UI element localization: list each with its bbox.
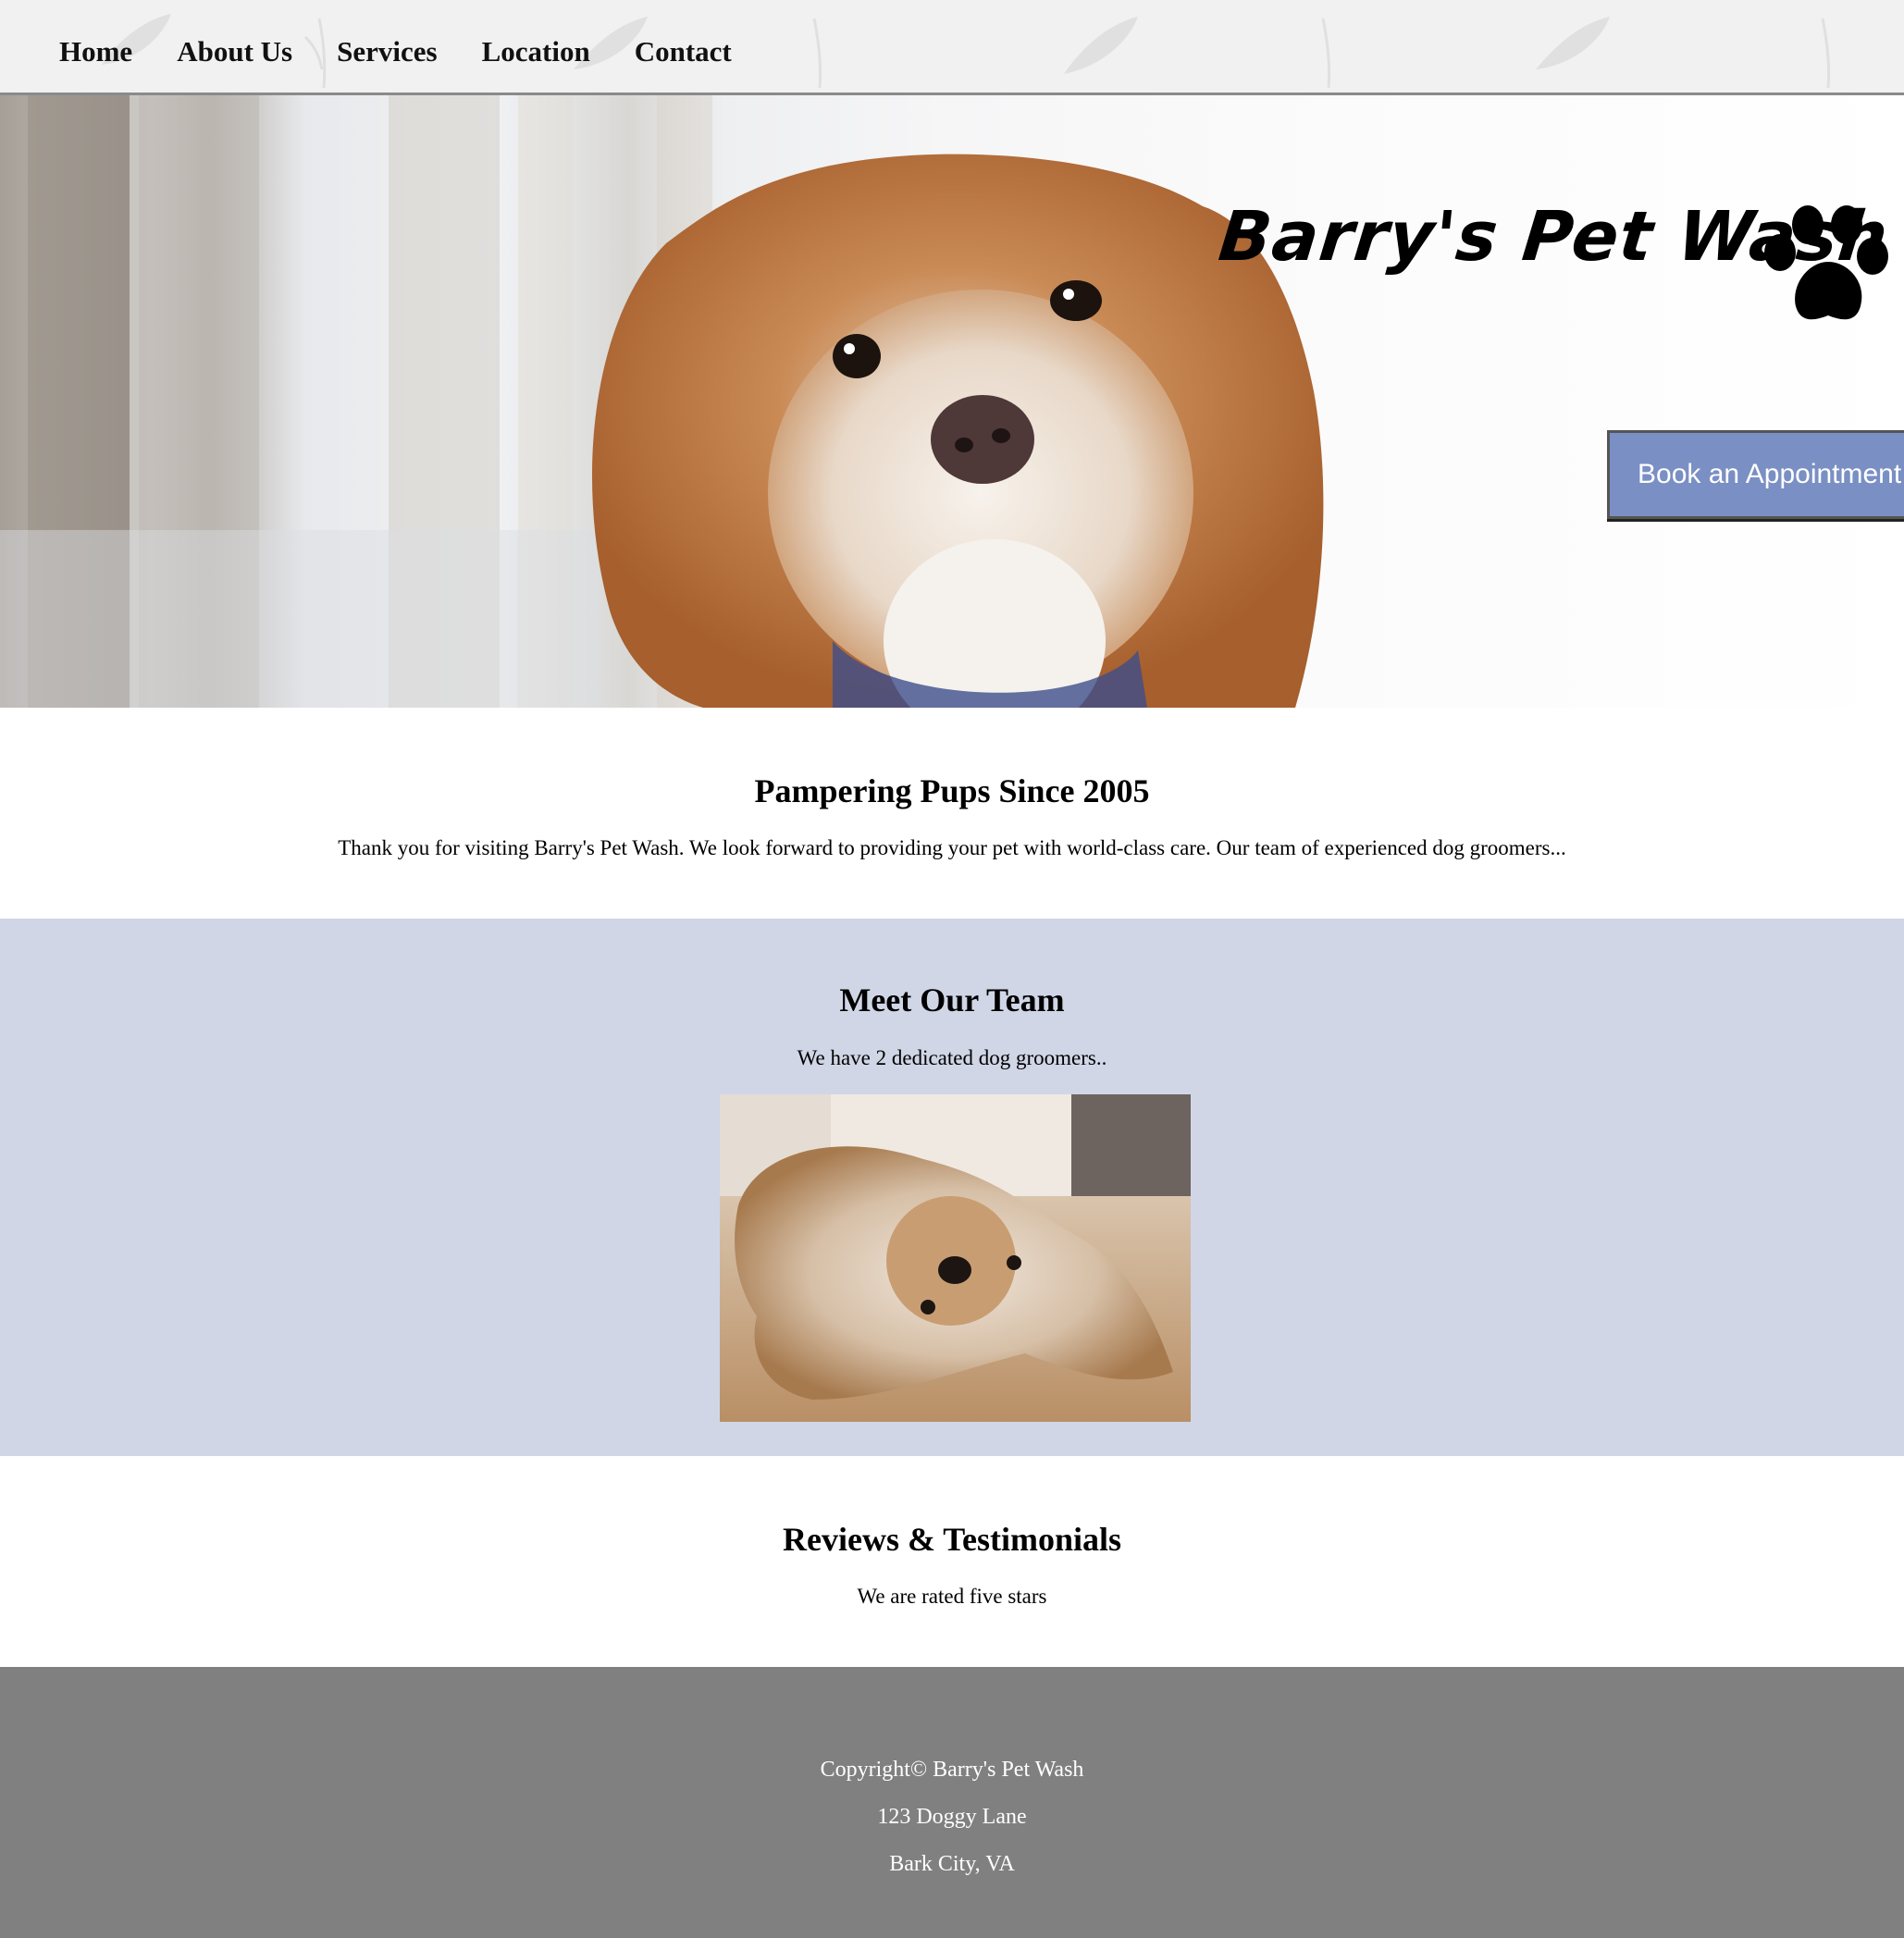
nav-contact-link[interactable]: Contact — [635, 37, 732, 66]
nav-about-link[interactable]: About Us — [177, 37, 292, 66]
rolling-dog-image — [720, 1094, 1191, 1422]
team-section: Meet Our Team We have 2 dedicated dog gr… — [0, 919, 1904, 1456]
hero-dog-photo — [0, 95, 1324, 708]
top-navigation-bar: Home About Us Services Location Contact — [0, 0, 1904, 95]
footer-address-line1: 123 Doggy Lane — [877, 1805, 1027, 1829]
reviews-title: Reviews & Testimonials — [782, 1521, 1121, 1558]
reviews-section: Reviews & Testimonials We are rated five… — [0, 1456, 1904, 1667]
nav-location-link[interactable]: Location — [482, 37, 590, 66]
book-appointment-button[interactable]: Book an Appointment — [1607, 430, 1904, 519]
nav-home-link[interactable]: Home — [59, 37, 132, 66]
hero-banner: Barry's Pet Wash Book an Appointment — [0, 95, 1904, 708]
about-title: Pampering Pups Since 2005 — [754, 772, 1150, 809]
footer-copyright: Copyright© Barry's Pet Wash — [820, 1758, 1084, 1782]
about-text: Thank you for visiting Barry's Pet Wash.… — [338, 836, 1566, 859]
footer-address-line2: Bark City, VA — [889, 1852, 1015, 1876]
nav-links: Home About Us Services Location Contact — [59, 37, 776, 66]
about-section: Pampering Pups Since 2005 Thank you for … — [0, 708, 1904, 919]
team-dog-photo — [720, 1094, 1191, 1422]
reviews-text: We are rated five stars — [857, 1585, 1047, 1608]
paw-icon — [1764, 205, 1888, 320]
team-text: We have 2 dedicated dog groomers.. — [797, 1046, 1107, 1069]
team-title: Meet Our Team — [839, 981, 1065, 1018]
footer: Copyright© Barry's Pet Wash 123 Doggy La… — [0, 1667, 1904, 1938]
nav-services-link[interactable]: Services — [337, 37, 437, 66]
